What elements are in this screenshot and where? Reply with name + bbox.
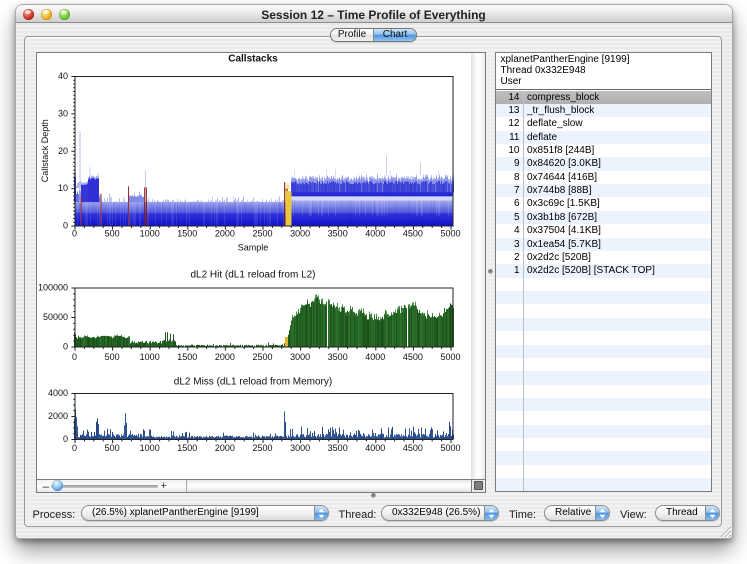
svg-text:dL2 Hit (dL1 reload from L2): dL2 Hit (dL1 reload from L2) <box>190 269 315 280</box>
svg-text:0: 0 <box>62 341 67 351</box>
svg-text:3500: 3500 <box>327 443 347 453</box>
svg-text:100000: 100000 <box>37 282 67 292</box>
svg-text:0: 0 <box>71 228 76 238</box>
svg-text:Callstack Depth: Callstack Depth <box>40 119 50 182</box>
svg-text:3000: 3000 <box>290 443 310 453</box>
svg-text:0: 0 <box>62 434 67 444</box>
svg-text:20: 20 <box>57 145 67 155</box>
svg-text:Callstacks: Callstacks <box>228 53 278 64</box>
svg-text:4500: 4500 <box>402 443 422 453</box>
svg-text:500: 500 <box>104 443 119 453</box>
svg-text:2500: 2500 <box>252 352 272 362</box>
svg-text:40: 40 <box>57 71 67 81</box>
svg-text:5000: 5000 <box>440 228 460 238</box>
svg-text:5000: 5000 <box>440 443 460 453</box>
svg-text:1500: 1500 <box>177 443 197 453</box>
svg-text:Sample: Sample <box>237 242 268 252</box>
svg-text:1500: 1500 <box>177 228 197 238</box>
svg-text:2500: 2500 <box>252 443 272 453</box>
svg-text:10: 10 <box>57 183 67 193</box>
svg-text:4500: 4500 <box>402 352 422 362</box>
svg-text:4000: 4000 <box>47 388 67 398</box>
svg-text:30: 30 <box>57 108 67 118</box>
svg-text:0: 0 <box>62 220 67 230</box>
svg-text:4000: 4000 <box>365 443 385 453</box>
svg-text:0: 0 <box>71 352 76 362</box>
svg-text:5000: 5000 <box>440 352 460 362</box>
svg-text:1000: 1000 <box>139 352 159 362</box>
svg-text:3500: 3500 <box>327 352 347 362</box>
svg-text:3000: 3000 <box>290 228 310 238</box>
svg-text:2500: 2500 <box>252 228 272 238</box>
svg-text:1500: 1500 <box>177 352 197 362</box>
svg-text:500: 500 <box>104 352 119 362</box>
svg-text:2000: 2000 <box>214 443 234 453</box>
svg-text:2000: 2000 <box>214 352 234 362</box>
svg-text:1000: 1000 <box>139 228 159 238</box>
svg-text:1000: 1000 <box>139 443 159 453</box>
svg-text:2000: 2000 <box>214 228 234 238</box>
svg-text:4500: 4500 <box>402 228 422 238</box>
svg-text:3000: 3000 <box>290 352 310 362</box>
svg-text:dL2 Miss (dL1 reload from Memo: dL2 Miss (dL1 reload from Memory) <box>173 376 331 387</box>
svg-text:3500: 3500 <box>327 228 347 238</box>
svg-text:50000: 50000 <box>42 312 67 322</box>
svg-text:4000: 4000 <box>365 228 385 238</box>
svg-text:500: 500 <box>104 228 119 238</box>
svg-text:0: 0 <box>71 443 76 453</box>
svg-text:2000: 2000 <box>47 411 67 421</box>
svg-text:4000: 4000 <box>365 352 385 362</box>
